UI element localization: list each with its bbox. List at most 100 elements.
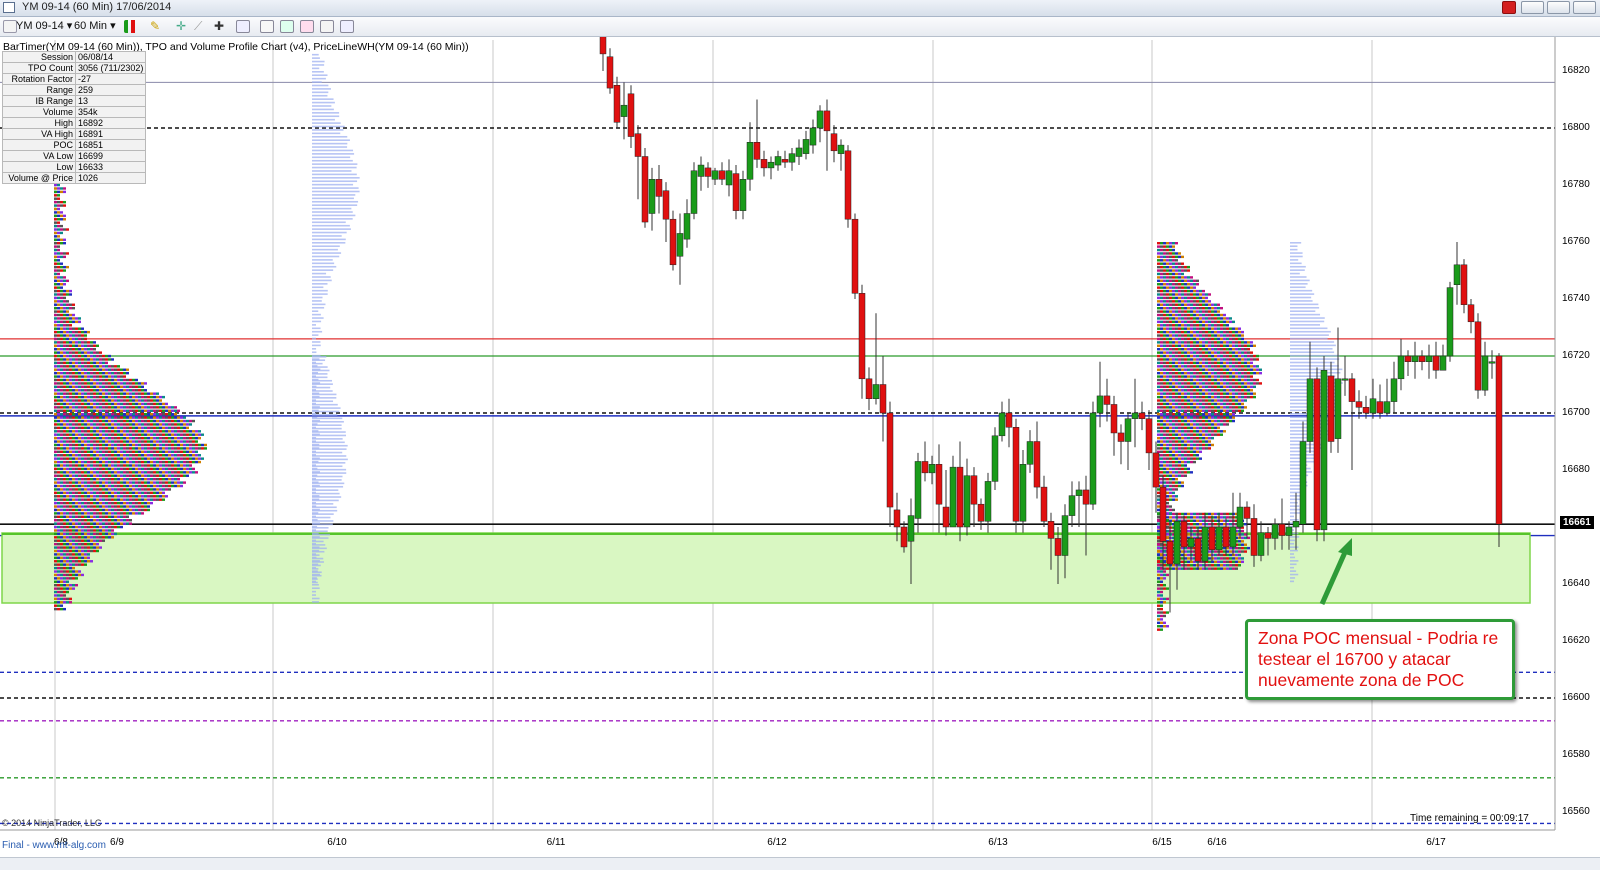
tpo-block: [1166, 451, 1169, 453]
tpo-block: [93, 406, 96, 408]
tpo-block: [1223, 345, 1226, 347]
tpo-block: [159, 471, 162, 473]
tpo-block: [1181, 410, 1184, 412]
data-box-icon[interactable]: [320, 20, 334, 33]
tpo-block: [1226, 557, 1229, 559]
tpo-block: [171, 430, 174, 432]
tpo-block: [1169, 345, 1172, 347]
tpo-block: [54, 194, 57, 196]
tpo-block: [1178, 365, 1181, 367]
tpo-block: [72, 464, 75, 466]
tpo-block: [57, 362, 60, 364]
tpo-block: [189, 457, 192, 459]
tpo-block: [111, 533, 114, 535]
pencil-icon[interactable]: ✎: [150, 20, 164, 33]
tpo-block: [1157, 396, 1160, 398]
indicators-icon[interactable]: [280, 20, 294, 33]
tpo-block: [1220, 513, 1223, 515]
properties-icon[interactable]: [260, 20, 274, 33]
tpo-block: [66, 314, 69, 316]
tpo-block: [1181, 471, 1184, 473]
zoom-icon[interactable]: [236, 20, 250, 33]
tpo-block: [72, 553, 75, 555]
tpo-block: [114, 457, 117, 459]
volume-bar: [312, 348, 316, 350]
tpo-block: [144, 389, 147, 391]
tpo-block: [195, 461, 198, 463]
draw-tools-icon[interactable]: ⟋: [194, 20, 208, 33]
tpo-block: [1202, 382, 1205, 384]
strategies-icon[interactable]: [300, 20, 314, 33]
tpo-block: [135, 457, 138, 459]
tpo-block: [123, 410, 126, 412]
tpo-block: [156, 406, 159, 408]
tpo-block: [153, 416, 156, 418]
tpo-block: [129, 403, 132, 405]
tpo-block: [69, 529, 72, 531]
tpo-block: [111, 492, 114, 494]
tpo-block: [57, 307, 60, 309]
volume-bar: [312, 249, 338, 251]
tpo-block: [1232, 348, 1235, 350]
tpo-block: [108, 516, 111, 518]
tpo-block: [1199, 444, 1202, 446]
tpo-block: [141, 403, 144, 405]
tpo-block: [1160, 427, 1163, 429]
minimize-button[interactable]: [1521, 1, 1544, 14]
tpo-block: [87, 488, 90, 490]
tpo-block: [87, 478, 90, 480]
tpo-block: [102, 369, 105, 371]
tpo-block: [120, 495, 123, 497]
tpo-block: [195, 440, 198, 442]
instrument-selector[interactable]: YM 09-14 ▾: [16, 19, 72, 34]
tpo-block: [1196, 454, 1199, 456]
tpo-block: [1244, 386, 1247, 388]
tpo-block: [78, 495, 81, 497]
tpo-block: [165, 423, 168, 425]
tpo-block: [54, 375, 57, 377]
close-button[interactable]: [1573, 1, 1596, 14]
tpo-block: [1202, 396, 1205, 398]
tpo-block: [144, 416, 147, 418]
tpo-block: [63, 492, 66, 494]
tpo-block: [186, 461, 189, 463]
tpo-block: [1184, 276, 1187, 278]
tpo-block: [1157, 533, 1160, 535]
tpo-block: [66, 413, 69, 415]
tpo-block: [111, 437, 114, 439]
tpo-block: [102, 440, 105, 442]
tpo-block: [87, 399, 90, 401]
alert-icon[interactable]: [1502, 1, 1516, 14]
tpo-block: [177, 444, 180, 446]
interval-selector[interactable]: 60 Min ▾: [74, 19, 116, 34]
tpo-block: [1160, 584, 1163, 586]
tpo-block: [81, 440, 84, 442]
tpo-block: [1223, 567, 1226, 569]
tpo-block: [120, 369, 123, 371]
crosshair-add-icon[interactable]: ✛: [176, 20, 190, 33]
tpo-block: [123, 461, 126, 463]
tpo-block: [63, 413, 66, 415]
tpo-block: [1196, 451, 1199, 453]
price-chart[interactable]: [0, 37, 1600, 857]
volume-bar: [312, 438, 343, 440]
tpo-block: [1190, 276, 1193, 278]
crosshair-icon[interactable]: ✚: [214, 20, 228, 33]
tpo-block: [1229, 516, 1232, 518]
restore-button[interactable]: [1547, 1, 1570, 14]
tpo-block: [1226, 561, 1229, 563]
tpo-block: [105, 365, 108, 367]
volume-bar: [312, 180, 357, 182]
candlestick-style-icon[interactable]: [124, 20, 138, 33]
tpo-block: [1211, 358, 1214, 360]
tpo-block: [1190, 413, 1193, 415]
tpo-block: [99, 358, 102, 360]
tpo-block: [1160, 372, 1163, 374]
tpo-block: [1178, 399, 1181, 401]
tpo-block: [99, 416, 102, 418]
tpo-block: [138, 478, 141, 480]
tpo-block: [1160, 334, 1163, 336]
chart-trader-icon[interactable]: [340, 20, 354, 33]
tpo-block: [1214, 410, 1217, 412]
tpo-block: [87, 369, 90, 371]
